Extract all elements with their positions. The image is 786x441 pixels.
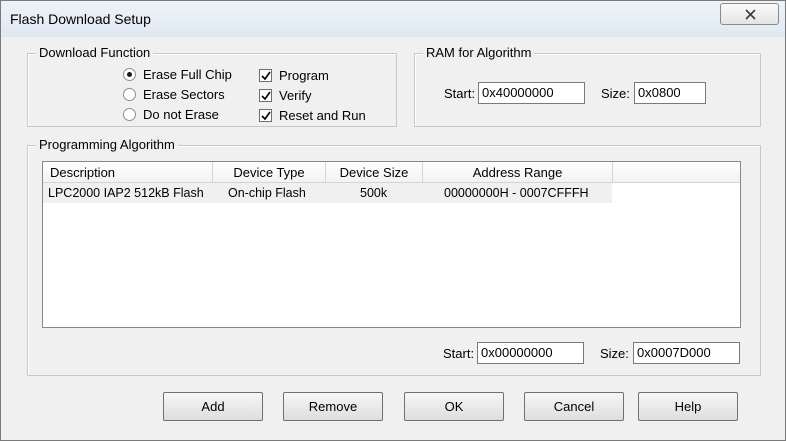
close-icon xyxy=(745,9,756,20)
checkmark-icon xyxy=(261,71,271,80)
ram-start-input[interactable]: 0x40000000 xyxy=(478,82,585,104)
ram-size-label: Size: xyxy=(601,86,630,101)
checkbox-indicator[interactable] xyxy=(259,108,272,122)
verify-label: Verify xyxy=(279,87,312,103)
do-not-erase-radio[interactable]: Do not Erase xyxy=(123,105,219,123)
checkmark-icon xyxy=(261,91,271,100)
add-button[interactable]: Add xyxy=(163,392,263,421)
row-description: LPC2000 IAP2 512kB Flash xyxy=(48,186,204,200)
download-function-group: Download Function Erase Full Chip Erase … xyxy=(27,45,397,127)
ram-for-algorithm-group: RAM for Algorithm Start: 0x40000000 Size… xyxy=(414,45,761,127)
checkbox-indicator[interactable] xyxy=(259,88,272,102)
list-header: Description Device Type Device Size Addr… xyxy=(43,162,740,183)
cancel-button[interactable]: Cancel xyxy=(524,392,624,421)
erase-full-chip-radio[interactable]: Erase Full Chip xyxy=(123,65,232,83)
flash-size-input[interactable]: 0x0007D000 xyxy=(633,342,740,364)
radio-indicator[interactable] xyxy=(123,87,136,101)
reset-and-run-checkbox[interactable]: Reset and Run xyxy=(259,106,366,124)
column-device-type[interactable]: Device Type xyxy=(213,162,326,182)
programming-algorithm-title: Programming Algorithm xyxy=(36,137,178,152)
ram-size-input[interactable]: 0x0800 xyxy=(634,82,706,104)
erase-sectors-label: Erase Sectors xyxy=(143,86,225,102)
program-label: Program xyxy=(279,67,329,83)
row-device-size: 500k xyxy=(360,186,388,200)
checkmark-icon xyxy=(261,111,271,120)
row-address-range: 00000000H - 0007CFFFH xyxy=(444,186,589,200)
reset-and-run-label: Reset and Run xyxy=(279,107,366,123)
erase-sectors-radio[interactable]: Erase Sectors xyxy=(123,85,225,103)
flash-download-setup-dialog: Flash Download Setup Download Function E… xyxy=(0,0,786,441)
radio-indicator[interactable] xyxy=(123,67,136,81)
window-title: Flash Download Setup xyxy=(10,11,151,27)
radio-indicator[interactable] xyxy=(123,107,136,121)
title-bar[interactable]: Flash Download Setup xyxy=(1,1,785,37)
row-device-type: On-chip Flash xyxy=(228,186,306,200)
column-description[interactable]: Description xyxy=(43,162,213,182)
erase-full-chip-label: Erase Full Chip xyxy=(143,66,232,82)
ok-button[interactable]: OK xyxy=(404,392,504,421)
program-checkbox[interactable]: Program xyxy=(259,66,329,84)
close-button[interactable] xyxy=(720,3,779,25)
flash-start-label: Start: xyxy=(443,346,475,361)
flash-size-label: Size: xyxy=(600,346,629,361)
checkbox-indicator[interactable] xyxy=(259,68,272,82)
column-address-range[interactable]: Address Range xyxy=(423,162,613,182)
ram-for-algorithm-title: RAM for Algorithm xyxy=(423,45,535,60)
verify-checkbox[interactable]: Verify xyxy=(259,86,312,104)
table-row[interactable]: LPC2000 IAP2 512kB Flash On-chip Flash 5… xyxy=(43,183,612,203)
remove-button[interactable]: Remove xyxy=(283,392,383,421)
download-function-title: Download Function xyxy=(36,45,154,60)
algorithm-list[interactable]: Description Device Type Device Size Addr… xyxy=(42,161,741,328)
help-button[interactable]: Help xyxy=(638,392,738,421)
ram-start-label: Start: xyxy=(444,86,476,101)
do-not-erase-label: Do not Erase xyxy=(143,106,219,122)
column-device-size[interactable]: Device Size xyxy=(326,162,423,182)
flash-start-input[interactable]: 0x00000000 xyxy=(477,342,584,364)
